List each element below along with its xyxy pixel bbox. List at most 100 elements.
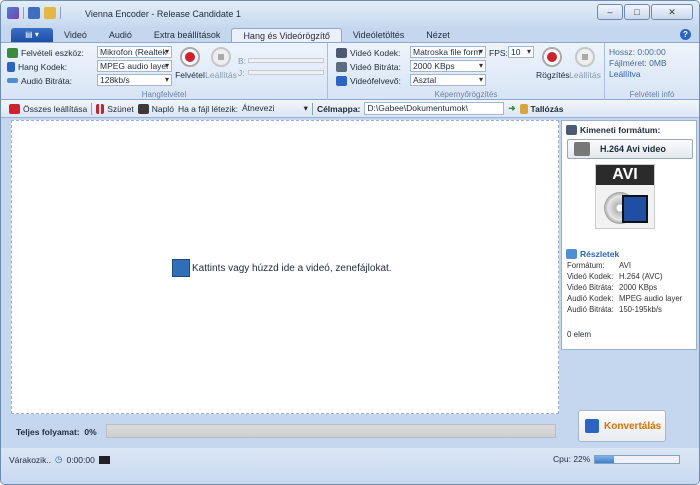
stop-icon bbox=[211, 47, 231, 67]
browse-label: Tallózás bbox=[530, 103, 564, 114]
minimize-button[interactable]: – bbox=[597, 4, 623, 20]
save-icon[interactable] bbox=[28, 7, 40, 19]
maximize-button[interactable]: □ bbox=[624, 4, 650, 20]
vcodec-row: Videó Kodek: bbox=[336, 46, 400, 59]
destination-label: Célmappa: bbox=[316, 103, 361, 114]
fps-select[interactable]: 10 bbox=[508, 46, 534, 58]
detail-key: Formátum: bbox=[567, 261, 605, 270]
tab-extra-settings[interactable]: Extra beállítások bbox=[143, 28, 232, 42]
stop-screen-button[interactable]: Leállítás bbox=[569, 47, 601, 80]
log-label: Napló bbox=[151, 103, 174, 114]
pause-label: Szünet bbox=[107, 103, 134, 114]
video-codec-select[interactable]: Matroska file form bbox=[410, 46, 486, 58]
note-icon bbox=[7, 61, 15, 72]
device-row: Felvételi eszköz: bbox=[7, 46, 84, 59]
camera-icon bbox=[336, 75, 347, 86]
screen-recording-group: Videó Kodek: Matroska file form FPS: 10 … bbox=[328, 43, 605, 101]
audio-recording-group: Felvételi eszköz: Mikrofon (Realtek Hang… bbox=[1, 43, 328, 101]
record-audio-button[interactable]: Felvétel bbox=[175, 47, 205, 80]
screen-group-label: Képernyőrögzítés bbox=[434, 90, 498, 99]
divider bbox=[311, 102, 313, 115]
recorder-select[interactable]: Asztal bbox=[410, 74, 486, 86]
stop-all-label: Összes leállítása bbox=[23, 103, 88, 114]
stop-all-button[interactable]: Összes leállítása bbox=[9, 103, 88, 114]
add-media-icon bbox=[172, 259, 190, 277]
detail-value: H.264 (AVC) bbox=[619, 272, 663, 281]
progress-bar bbox=[106, 424, 556, 438]
divider bbox=[60, 7, 61, 19]
progress-value: 0% bbox=[84, 427, 97, 437]
detail-row: Formátum: AVI bbox=[567, 261, 697, 270]
detail-row: Audió Kodek: MPEG audio layer bbox=[567, 294, 697, 303]
right-level-meter bbox=[248, 70, 324, 75]
tab-audio[interactable]: Audió bbox=[98, 28, 143, 42]
wave-icon bbox=[7, 78, 18, 83]
progress-label-text: Teljes folyamat: bbox=[16, 427, 80, 437]
stop-audio-label: Leállítás bbox=[205, 70, 237, 80]
format-badge: AVI bbox=[596, 165, 654, 185]
divider bbox=[23, 7, 24, 19]
video-codec-label: Videó Kodek: bbox=[350, 47, 401, 58]
drop-hint[interactable]: Kattints vagy húzzd ide a videó, zenefáj… bbox=[172, 259, 392, 277]
format-button-label: H.264 Avi video bbox=[600, 144, 666, 154]
video-bitrate-label: Videó Bitráta: bbox=[350, 61, 401, 72]
stop-audio-button[interactable]: Leállítás bbox=[205, 47, 237, 80]
app-menu-button[interactable]: ▤ ▾ bbox=[11, 28, 53, 42]
pause-button[interactable]: Szünet bbox=[96, 103, 134, 114]
record-screen-button[interactable]: Rögzítés bbox=[536, 47, 570, 80]
log-button[interactable]: Napló bbox=[137, 103, 174, 114]
vbitrate-row: Videó Bitráta: bbox=[336, 60, 401, 73]
tab-video[interactable]: Videó bbox=[53, 28, 98, 42]
detail-row: Videó Bitráta: 2000 KBps bbox=[567, 283, 697, 292]
format-preview: AVI bbox=[595, 164, 655, 229]
device-select[interactable]: Mikrofon (Realtek bbox=[97, 46, 172, 58]
close-button[interactable]: ✕ bbox=[651, 4, 693, 20]
pause-icon bbox=[96, 103, 105, 114]
go-arrow-icon[interactable]: ➜ bbox=[508, 103, 515, 114]
audio-bitrate-select[interactable]: 128kb/s bbox=[97, 74, 172, 86]
record-icon bbox=[180, 47, 200, 67]
progress-label: Teljes folyamat: 0% bbox=[16, 427, 97, 437]
tab-view[interactable]: Nézet bbox=[415, 28, 461, 42]
rec-state: Leállítva bbox=[609, 68, 641, 79]
tab-recorder[interactable]: Hang és Videórögzítő bbox=[231, 28, 342, 42]
left-level-meter bbox=[248, 58, 324, 63]
cpu-meter-fill bbox=[595, 455, 614, 463]
audio-group-label: Hangfelvétel bbox=[141, 90, 187, 99]
audio-codec-select[interactable]: MPEG audio layer bbox=[97, 60, 172, 72]
help-icon[interactable]: ? bbox=[680, 29, 691, 40]
terminal-icon bbox=[98, 455, 110, 464]
drop-area[interactable]: Kattints vagy húzzd ide a videó, zenefáj… bbox=[11, 120, 559, 414]
item-count: 0 elem bbox=[567, 330, 592, 339]
film-reel-icon bbox=[574, 142, 590, 156]
detail-row: Audió Bitráta: 150-195kb/s bbox=[567, 305, 697, 314]
details-icon bbox=[566, 249, 577, 259]
open-icon[interactable] bbox=[44, 7, 56, 19]
window-title: Vienna Encoder - Release Candidate 1 bbox=[85, 9, 241, 19]
if-exists-select[interactable]: Átnevezi ▾ bbox=[242, 103, 308, 115]
toolbar: Összes leállítása Szünet Napló Ha a fájl… bbox=[1, 100, 699, 118]
output-title-text: Kimeneti formátum: bbox=[580, 125, 661, 135]
divider bbox=[91, 102, 93, 115]
codec-row: Hang Kodek: bbox=[7, 60, 67, 73]
app-window: Vienna Encoder - Release Candidate 1 – □… bbox=[0, 0, 700, 485]
detail-value: MPEG audio layer bbox=[619, 294, 683, 303]
detail-key: Audió Bitráta: bbox=[567, 305, 614, 314]
monitor-icon bbox=[7, 47, 18, 58]
clock-icon: ◷ bbox=[55, 454, 63, 464]
film-strip-icon bbox=[622, 195, 648, 223]
video-bitrate-select[interactable]: 2000 KBps bbox=[410, 60, 486, 72]
overall-progress: Teljes folyamat: 0% bbox=[1, 415, 561, 447]
tab-download[interactable]: Videóletöltés bbox=[342, 28, 415, 42]
browse-button[interactable]: Tallózás bbox=[519, 103, 564, 114]
format-button[interactable]: H.264 Avi video bbox=[567, 139, 693, 159]
convert-button[interactable]: Konvertálás bbox=[578, 410, 666, 442]
bitrate-icon bbox=[336, 61, 347, 72]
details-title-text: Részletek bbox=[580, 249, 620, 259]
detail-row: Videó Kodek: H.264 (AVC) bbox=[567, 272, 697, 281]
right-level-label: J: bbox=[238, 67, 245, 78]
drop-text: Kattints vagy húzzd ide a videó, zenefáj… bbox=[192, 262, 392, 274]
film-icon bbox=[336, 47, 347, 58]
destination-input[interactable]: D:\Gabee\Dokumentumok\ bbox=[364, 102, 505, 115]
status-bar: Várakozik.. ◷ 0:00:00 Cpu: 22% bbox=[1, 448, 699, 484]
